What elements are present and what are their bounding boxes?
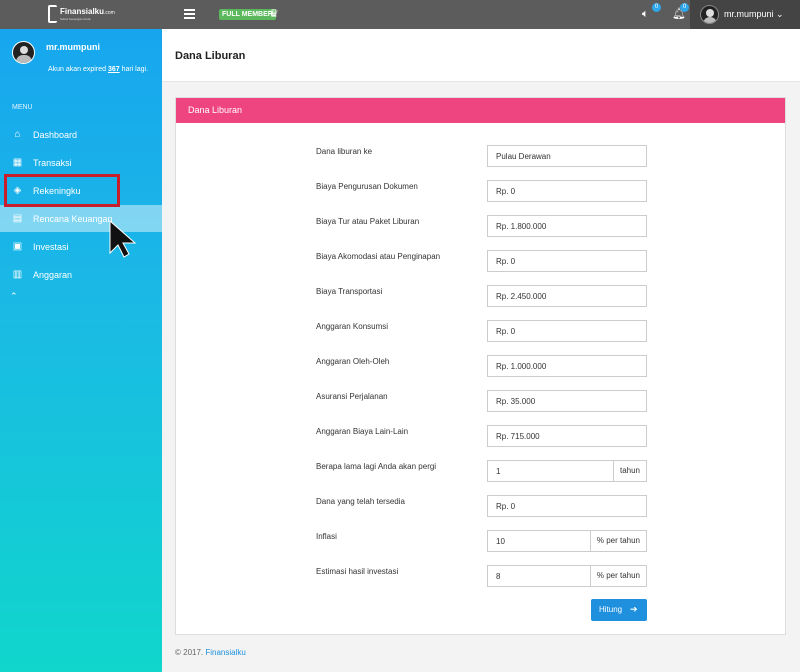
notification-count-badge: 0: [680, 3, 689, 12]
calculate-button-label: Hitung: [599, 605, 623, 614]
page-title: Dana Liburan: [175, 50, 246, 62]
travel-insurance-input[interactable]: Rp. 35.000: [487, 390, 647, 412]
logo-f-icon: [48, 5, 57, 23]
investment-return-input[interactable]: 8% per tahun: [487, 565, 647, 587]
brand-suffix: .com: [104, 10, 115, 16]
hamburger-menu-icon[interactable]: [184, 9, 195, 19]
sidebar-item-transaksi[interactable]: ▦ Transaksi: [0, 149, 162, 176]
document-cost-input[interactable]: Rp. 0: [487, 180, 647, 202]
sidebar: mr.mumpuni Akun akan expired 367 hari la…: [0, 29, 162, 672]
sidebar-item-anggaran[interactable]: ▥ Anggaran: [0, 261, 162, 288]
field-label: Dana yang telah tersedia: [316, 497, 405, 506]
sidebar-item-label: Dashboard: [33, 130, 78, 140]
chevron-up-icon[interactable]: ⌃: [10, 291, 18, 302]
tour-package-cost-input[interactable]: Rp. 1.800.000: [487, 215, 647, 237]
field-label: Asuransi Perjalanan: [316, 392, 388, 401]
footer-link[interactable]: Finansialku: [205, 648, 245, 657]
brand-name: Finansialku: [60, 7, 105, 16]
footer: © 2017. Finansialku: [175, 648, 246, 657]
field-label: Anggaran Biaya Lain-Lain: [316, 427, 409, 436]
calculator-icon: ▦: [12, 157, 23, 168]
other-costs-input[interactable]: Rp. 715.000: [487, 425, 647, 447]
mouse-cursor-icon: [109, 219, 137, 258]
avatar: [700, 5, 719, 24]
unit-addon: % per tahun: [589, 565, 647, 587]
brand-tagline: Solusi Keuangan Anda: [60, 17, 91, 21]
expiry-days: 367: [107, 66, 120, 73]
menu-section-label: MENU: [12, 104, 33, 111]
page-header: Dana Liburan: [162, 29, 800, 82]
sidebar-item-label: Anggaran: [33, 270, 73, 280]
field-label: Anggaran Oleh-Oleh: [316, 357, 390, 366]
field-label: Anggaran Konsumsi: [316, 322, 389, 331]
crown-icon: ♛: [269, 8, 279, 20]
field-label: Inflasi: [316, 532, 337, 541]
field-label: Biaya Transportasi: [316, 287, 383, 296]
field-label: Biaya Pengurusan Dokumen: [316, 182, 418, 191]
grid-icon: ▥: [12, 269, 23, 280]
home-icon: ⌂: [14, 129, 21, 140]
available-funds-input[interactable]: Rp. 0: [487, 495, 647, 517]
arrow-right-icon: ➔: [630, 604, 638, 614]
speaker-icon[interactable]: 🔈︎: [642, 8, 649, 21]
field-label: Estimasi hasil investasi: [316, 567, 399, 576]
consumption-budget-input[interactable]: Rp. 0: [487, 320, 647, 342]
unit-addon: % per tahun: [589, 530, 647, 552]
header-username: mr.mumpuni: [724, 9, 774, 19]
top-navbar: Finansialku.com Solusi Keuangan Anda FUL…: [0, 0, 800, 29]
sidebar-item-dashboard[interactable]: ⌂ Dashboard: [0, 121, 162, 148]
sidebar-item-label: Investasi: [33, 242, 69, 252]
calculate-button[interactable]: Hitung ➔: [591, 599, 647, 621]
annotation-highlight: [4, 174, 120, 207]
account-expiry-text: Akun akan expired 367 hari lagi.: [48, 66, 149, 73]
user-menu-dropdown[interactable]: mr.mumpuni ⌄: [690, 0, 800, 29]
footer-copyright: © 2017.: [175, 648, 206, 657]
field-label: Dana liburan ke: [316, 147, 373, 156]
panel-title: Dana Liburan: [188, 105, 243, 115]
accommodation-cost-input[interactable]: Rp. 0: [487, 250, 647, 272]
sidebar-username: mr.mumpuni: [46, 42, 101, 52]
inflation-input[interactable]: 10% per tahun: [487, 530, 647, 552]
destination-input[interactable]: Pulau Derawan: [487, 145, 647, 167]
chevron-down-icon: ⌄: [776, 9, 784, 19]
transportation-cost-input[interactable]: Rp. 2.450.000: [487, 285, 647, 307]
field-label: Berapa lama lagi Anda akan pergi: [316, 462, 437, 471]
years-until-trip-input[interactable]: 1 tahun: [487, 460, 647, 482]
form-panel: Dana Liburan: [175, 97, 786, 635]
unit-addon: tahun: [612, 460, 647, 482]
sidebar-item-label: Transaksi: [33, 158, 72, 168]
souvenir-budget-input[interactable]: Rp. 1.000.000: [487, 355, 647, 377]
sidebar-item-label: Rencana Keuangan: [33, 214, 113, 224]
field-label: Biaya Tur atau Paket Liburan: [316, 217, 420, 226]
clipboard-icon: ▤: [12, 213, 23, 224]
panel-header: Dana Liburan: [176, 98, 785, 123]
membership-badge: FULL MEMBER: [219, 9, 276, 20]
field-label: Biaya Akomodasi atau Penginapan: [316, 252, 441, 261]
sidebar-avatar: [12, 41, 35, 64]
speaker-count-badge: 0: [652, 3, 661, 12]
chart-screen-icon: ▣: [12, 241, 23, 252]
